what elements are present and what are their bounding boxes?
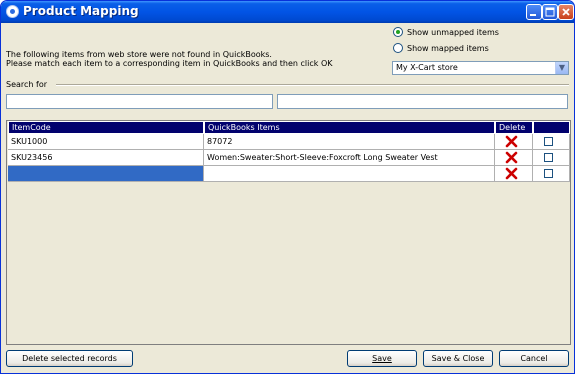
column-header-itemcode[interactable]: ItemCode xyxy=(8,121,204,134)
table-row-select[interactable] xyxy=(533,150,570,166)
save-button[interactable]: Save xyxy=(347,350,417,367)
maximize-button[interactable] xyxy=(542,4,558,20)
row-checkbox[interactable] xyxy=(544,137,553,146)
table-row-itemcode[interactable] xyxy=(8,166,204,182)
cancel-button[interactable]: Cancel xyxy=(499,350,569,367)
table-row-delete[interactable] xyxy=(495,134,533,150)
column-header-select[interactable] xyxy=(533,121,570,134)
table-row-qb-item[interactable]: Women:Sweater:Short-Sleeve:Foxcroft Long… xyxy=(204,150,495,166)
table-row-select[interactable] xyxy=(533,166,570,182)
row-checkbox[interactable] xyxy=(544,153,553,162)
minimize-icon xyxy=(530,14,536,16)
search-qb-items-input[interactable] xyxy=(277,94,568,109)
show-unmapped-label[interactable]: Show unmapped items xyxy=(407,28,499,37)
table-row-delete[interactable] xyxy=(495,166,533,182)
column-header-qb-items[interactable]: QuickBooks Items xyxy=(204,121,495,134)
table-row-itemcode[interactable]: SKU23456 xyxy=(8,150,204,166)
maximize-icon xyxy=(545,7,555,17)
delete-selected-records-button[interactable]: Delete selected records xyxy=(6,350,133,367)
chevron-down-icon[interactable]: ▼ xyxy=(555,62,568,74)
search-separator xyxy=(56,84,569,86)
show-unmapped-radio[interactable] xyxy=(393,27,403,37)
window-title: Product Mapping xyxy=(23,4,139,18)
table-row-qb-item[interactable]: 87072 xyxy=(204,134,495,150)
column-header-delete[interactable]: Delete xyxy=(495,121,533,134)
red-x-icon[interactable] xyxy=(505,135,518,148)
table-row-qb-item[interactable] xyxy=(204,166,495,182)
row-checkbox[interactable] xyxy=(544,169,553,178)
store-select-value: My X-Cart store xyxy=(396,63,458,72)
red-x-icon[interactable] xyxy=(505,167,518,180)
table-row-itemcode[interactable]: SKU1000 xyxy=(8,134,204,150)
title-bar[interactable]: Product Mapping xyxy=(1,1,574,23)
mapping-grid: ItemCode QuickBooks Items Delete SKU1000… xyxy=(6,120,571,345)
dialog-content: The following items from web store were … xyxy=(1,23,574,373)
minimize-button[interactable] xyxy=(526,4,542,20)
red-x-icon[interactable] xyxy=(505,151,518,164)
close-button[interactable] xyxy=(558,4,574,20)
instruction-line-1: The following items from web store were … xyxy=(6,50,272,59)
save-close-button[interactable]: Save & Close xyxy=(423,350,493,367)
store-select[interactable]: My X-Cart store ▼ xyxy=(392,61,569,75)
product-mapping-window: Product Mapping The following items from… xyxy=(0,0,575,374)
save-button-label: Save xyxy=(372,354,392,363)
table-row-delete[interactable] xyxy=(495,150,533,166)
instruction-line-2: Please match each item to a correspondin… xyxy=(6,59,333,68)
show-mapped-label[interactable]: Show mapped items xyxy=(407,44,489,53)
close-icon xyxy=(562,8,570,16)
search-itemcode-input[interactable] xyxy=(6,94,273,109)
app-icon xyxy=(6,5,19,18)
search-label: Search for xyxy=(6,80,48,89)
show-mapped-radio[interactable] xyxy=(393,43,403,53)
table-row-select[interactable] xyxy=(533,134,570,150)
